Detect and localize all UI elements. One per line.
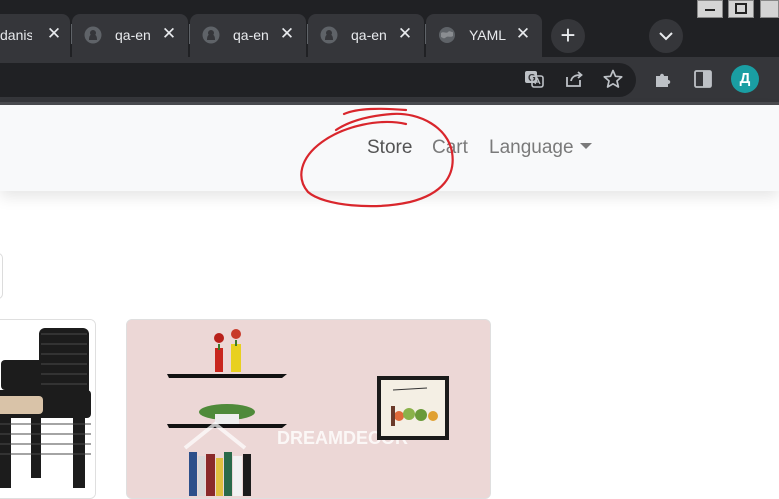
close-window-button[interactable]	[760, 0, 779, 18]
product-card[interactable]: DREAMDECOR	[126, 319, 491, 499]
product-image-shelf: DREAMDECOR	[127, 320, 490, 498]
site-navbar: Store Cart Language	[0, 105, 779, 191]
browser-tab[interactable]: YAML ✕	[426, 14, 542, 57]
new-tab-button[interactable]: +	[551, 19, 585, 53]
filter-box[interactable]	[0, 253, 3, 299]
nav-language-dropdown[interactable]: Language	[489, 137, 592, 159]
tab-title: YAML	[469, 27, 507, 43]
tab-title: qa-en	[115, 27, 151, 43]
globe-icon	[439, 27, 455, 43]
close-tab-icon[interactable]: ✕	[514, 24, 532, 44]
bookmark-star-icon[interactable]	[602, 68, 624, 90]
minimize-window-button[interactable]	[697, 0, 723, 18]
browser-tab[interactable]: qa-en ✕	[72, 14, 188, 57]
caret-down-icon	[579, 143, 592, 149]
translate-icon[interactable]: G	[523, 68, 545, 90]
github-icon	[202, 26, 220, 44]
close-tab-icon[interactable]: ✕	[160, 24, 178, 44]
nav-link-cart[interactable]: Cart	[432, 137, 468, 159]
side-panel-icon[interactable]	[692, 68, 714, 90]
chevron-down-icon	[659, 32, 673, 41]
nav-link-store[interactable]: Store	[367, 137, 412, 159]
product-card[interactable]	[0, 319, 96, 499]
share-icon[interactable]	[563, 68, 585, 90]
maximize-window-button[interactable]	[728, 0, 754, 18]
close-tab-icon[interactable]: ✕	[278, 24, 296, 44]
github-icon	[84, 26, 102, 44]
tab-title: danis	[0, 27, 32, 43]
nav-language-label: Language	[489, 137, 574, 158]
browser-tab[interactable]: qa-en ✕	[308, 14, 424, 57]
close-tab-icon[interactable]: ✕	[45, 24, 63, 44]
browser-toolbar: G Д	[0, 57, 779, 102]
maximize-icon	[735, 3, 747, 14]
browser-tab[interactable]: qa-en ✕	[190, 14, 306, 57]
tab-search-button[interactable]	[649, 19, 683, 53]
close-tab-icon[interactable]: ✕	[396, 24, 414, 44]
minimize-icon	[705, 9, 715, 11]
extensions-puzzle-icon[interactable]	[652, 68, 674, 90]
product-image-chair	[0, 320, 95, 498]
tab-title: qa-en	[233, 27, 269, 43]
browser-tab-strip: danis ✕ qa-en ✕ qa-en ✕ qa-en ✕ YAML ✕ +	[0, 0, 779, 57]
profile-avatar[interactable]: Д	[731, 65, 759, 93]
browser-tab[interactable]: danis ✕	[0, 14, 70, 57]
github-icon	[320, 26, 338, 44]
tab-title: qa-en	[351, 27, 387, 43]
